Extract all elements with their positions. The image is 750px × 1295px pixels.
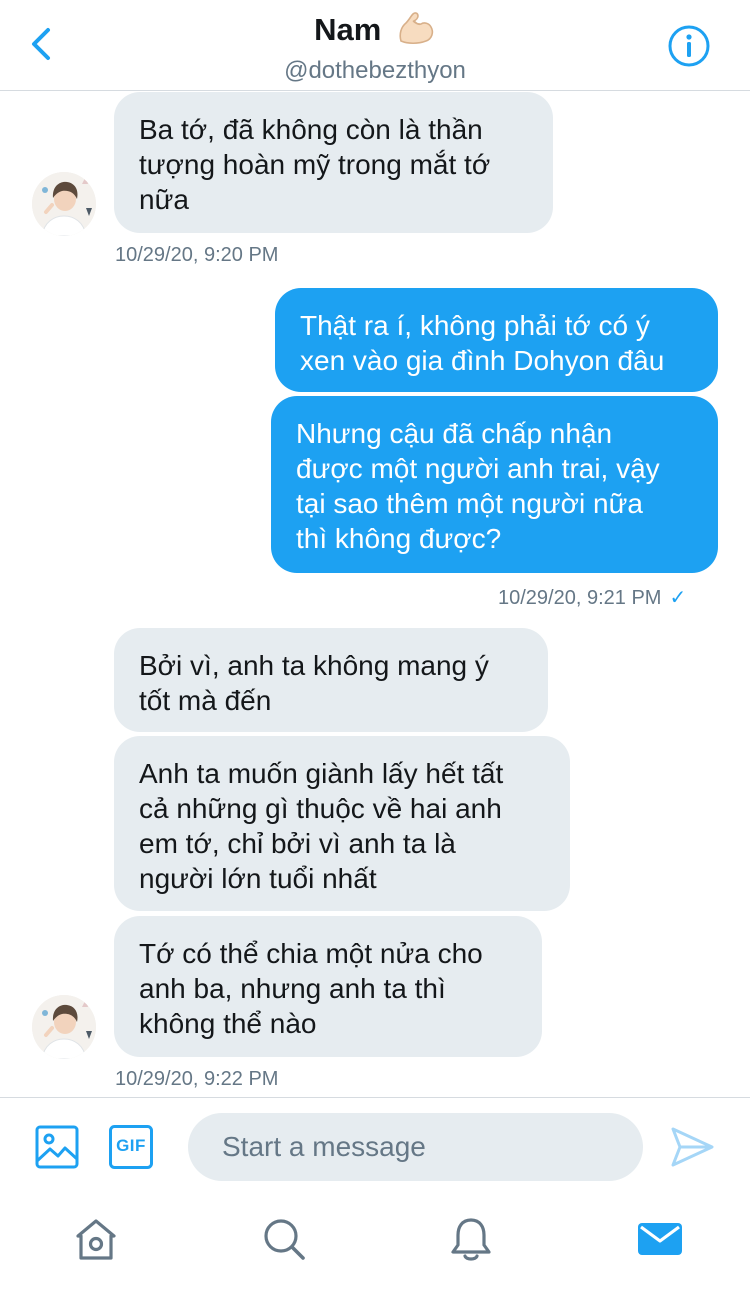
message-bubble-incoming[interactable]: Bởi vì, anh ta không mang ý tốt mà đến bbox=[114, 628, 548, 732]
message-bubble-incoming[interactable]: Anh ta muốn giành lấy hết tất cả những g… bbox=[114, 736, 570, 911]
message-bubble-incoming[interactable]: Ba tớ, đã không còn là thần tượng hoàn m… bbox=[114, 92, 553, 233]
bottom-tab-bar bbox=[0, 1197, 750, 1295]
message-bubble-outgoing[interactable]: Thật ra í, không phải tớ có ý xen vào gi… bbox=[275, 288, 718, 392]
add-gif-button[interactable]: GIF bbox=[108, 1124, 154, 1170]
gif-label: GIF bbox=[116, 1136, 146, 1155]
tab-home[interactable] bbox=[70, 1213, 122, 1265]
message-bubble-incoming[interactable]: Tớ có thể chia một nửa cho anh ba, nhưng… bbox=[114, 916, 542, 1057]
tab-search[interactable] bbox=[258, 1213, 310, 1265]
tab-messages[interactable] bbox=[634, 1213, 686, 1265]
message-composer: GIF bbox=[0, 1097, 750, 1198]
tab-notifications[interactable] bbox=[445, 1213, 497, 1265]
image-icon bbox=[35, 1125, 79, 1169]
read-checkmark-icon: ✓ bbox=[669, 587, 687, 609]
home-icon bbox=[76, 1219, 116, 1260]
message-timestamp: 10/29/20, 9:21 PM bbox=[498, 587, 662, 609]
message-timestamp-row: 10/29/20, 9:21 PM ✓ bbox=[498, 585, 686, 610]
add-image-button[interactable] bbox=[34, 1124, 80, 1170]
message-timestamp: 10/29/20, 9:20 PM bbox=[115, 244, 279, 266]
send-icon bbox=[671, 1127, 714, 1167]
conversation-info-button[interactable] bbox=[667, 24, 711, 68]
info-icon bbox=[668, 25, 710, 67]
flexed-biceps-emoji bbox=[396, 10, 436, 56]
message-timestamp: 10/29/20, 9:22 PM bbox=[115, 1068, 279, 1090]
message-bubble-outgoing[interactable]: Nhưng cậu đã chấp nhận được một người an… bbox=[271, 396, 718, 573]
contact-name: Nam bbox=[314, 12, 382, 47]
mail-icon bbox=[638, 1223, 682, 1255]
contact-handle: @dothebezthyon bbox=[284, 57, 466, 84]
dm-conversation-screen: Nam @dothebezthyon Ba tớ, đã không còn l… bbox=[0, 0, 750, 1295]
conversation-header: Nam @dothebezthyon bbox=[0, 0, 750, 91]
search-icon bbox=[264, 1219, 305, 1260]
avatar[interactable] bbox=[32, 172, 96, 236]
send-button[interactable] bbox=[668, 1123, 716, 1171]
bell-icon bbox=[451, 1218, 491, 1261]
message-input[interactable] bbox=[188, 1113, 643, 1181]
conversation-title[interactable]: Nam @dothebezthyon bbox=[0, 10, 750, 86]
avatar[interactable] bbox=[32, 995, 96, 1059]
